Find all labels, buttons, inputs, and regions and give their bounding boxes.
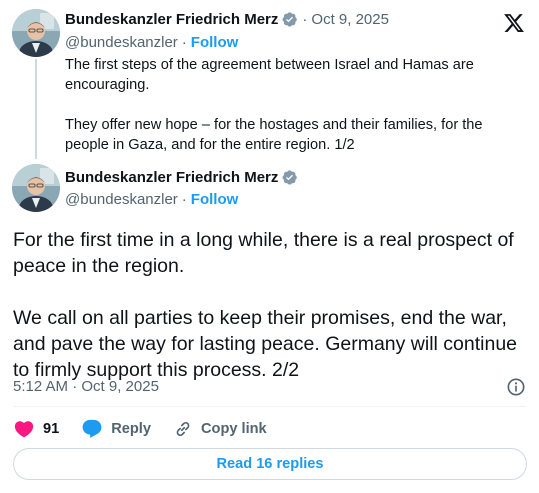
copy-link-label: Copy link (200, 421, 267, 437)
parent-tweet-author-row: Bundeskanzler Friedrich Merz · Oct 9, 20… (65, 11, 389, 28)
author-name[interactable]: Bundeskanzler Friedrich Merz (65, 11, 278, 28)
x-logo-icon[interactable] (503, 12, 525, 34)
speech-bubble-icon (82, 419, 102, 438)
main-tweet-author-row: Bundeskanzler Friedrich Merz (65, 169, 298, 186)
tweet-paragraph: They offer new hope – for the hostages a… (65, 117, 483, 153)
heart-icon (14, 421, 34, 438)
avatar[interactable] (12, 164, 60, 212)
verified-badge-icon (281, 169, 298, 186)
separator-dot: · (181, 34, 187, 51)
author-name[interactable]: Bundeskanzler Friedrich Merz (65, 169, 278, 186)
reply-label: Reply (111, 421, 151, 437)
separator-dot: · (302, 11, 308, 28)
divider (13, 406, 526, 407)
separator-dot: · (181, 191, 187, 208)
verified-badge-icon (281, 11, 298, 28)
author-handle[interactable]: @bundeskanzler (65, 191, 178, 208)
action-bar: 91 Reply Copy link (13, 418, 289, 440)
author-handle[interactable]: @bundeskanzler (65, 34, 178, 51)
follow-button[interactable]: Follow (191, 191, 239, 208)
like-count: 91 (43, 421, 60, 437)
tweet-embed-card: Bundeskanzler Friedrich Merz · Oct 9, 20… (0, 0, 539, 493)
avatar[interactable] (12, 9, 60, 57)
tweet-date[interactable]: Oct 9, 2025 (311, 11, 389, 28)
tweet-timestamp[interactable]: 5:12 AM · Oct 9, 2025 (13, 378, 159, 395)
thread-connector-line (35, 59, 37, 159)
copy-link-button[interactable]: Copy link (173, 419, 267, 439)
follow-button[interactable]: Follow (191, 34, 239, 51)
link-icon (176, 421, 190, 437)
read-replies-button[interactable]: Read 16 replies (13, 448, 527, 480)
tweet-paragraph: We call on all parties to keep their pro… (13, 307, 518, 381)
parent-tweet-text: The first steps of the agreement between… (65, 55, 525, 155)
tweet-paragraph: The first steps of the agreement between… (65, 57, 474, 93)
parent-tweet-handle-row: @bundeskanzler · Follow (65, 34, 238, 51)
main-tweet-handle-row: @bundeskanzler · Follow (65, 191, 238, 208)
main-tweet-text: For the first time in a long while, ther… (13, 227, 528, 383)
reply-button[interactable]: Reply (81, 418, 151, 440)
info-icon[interactable] (506, 377, 526, 397)
tweet-paragraph: For the first time in a long while, ther… (13, 229, 514, 277)
like-button[interactable]: 91 (13, 418, 59, 440)
